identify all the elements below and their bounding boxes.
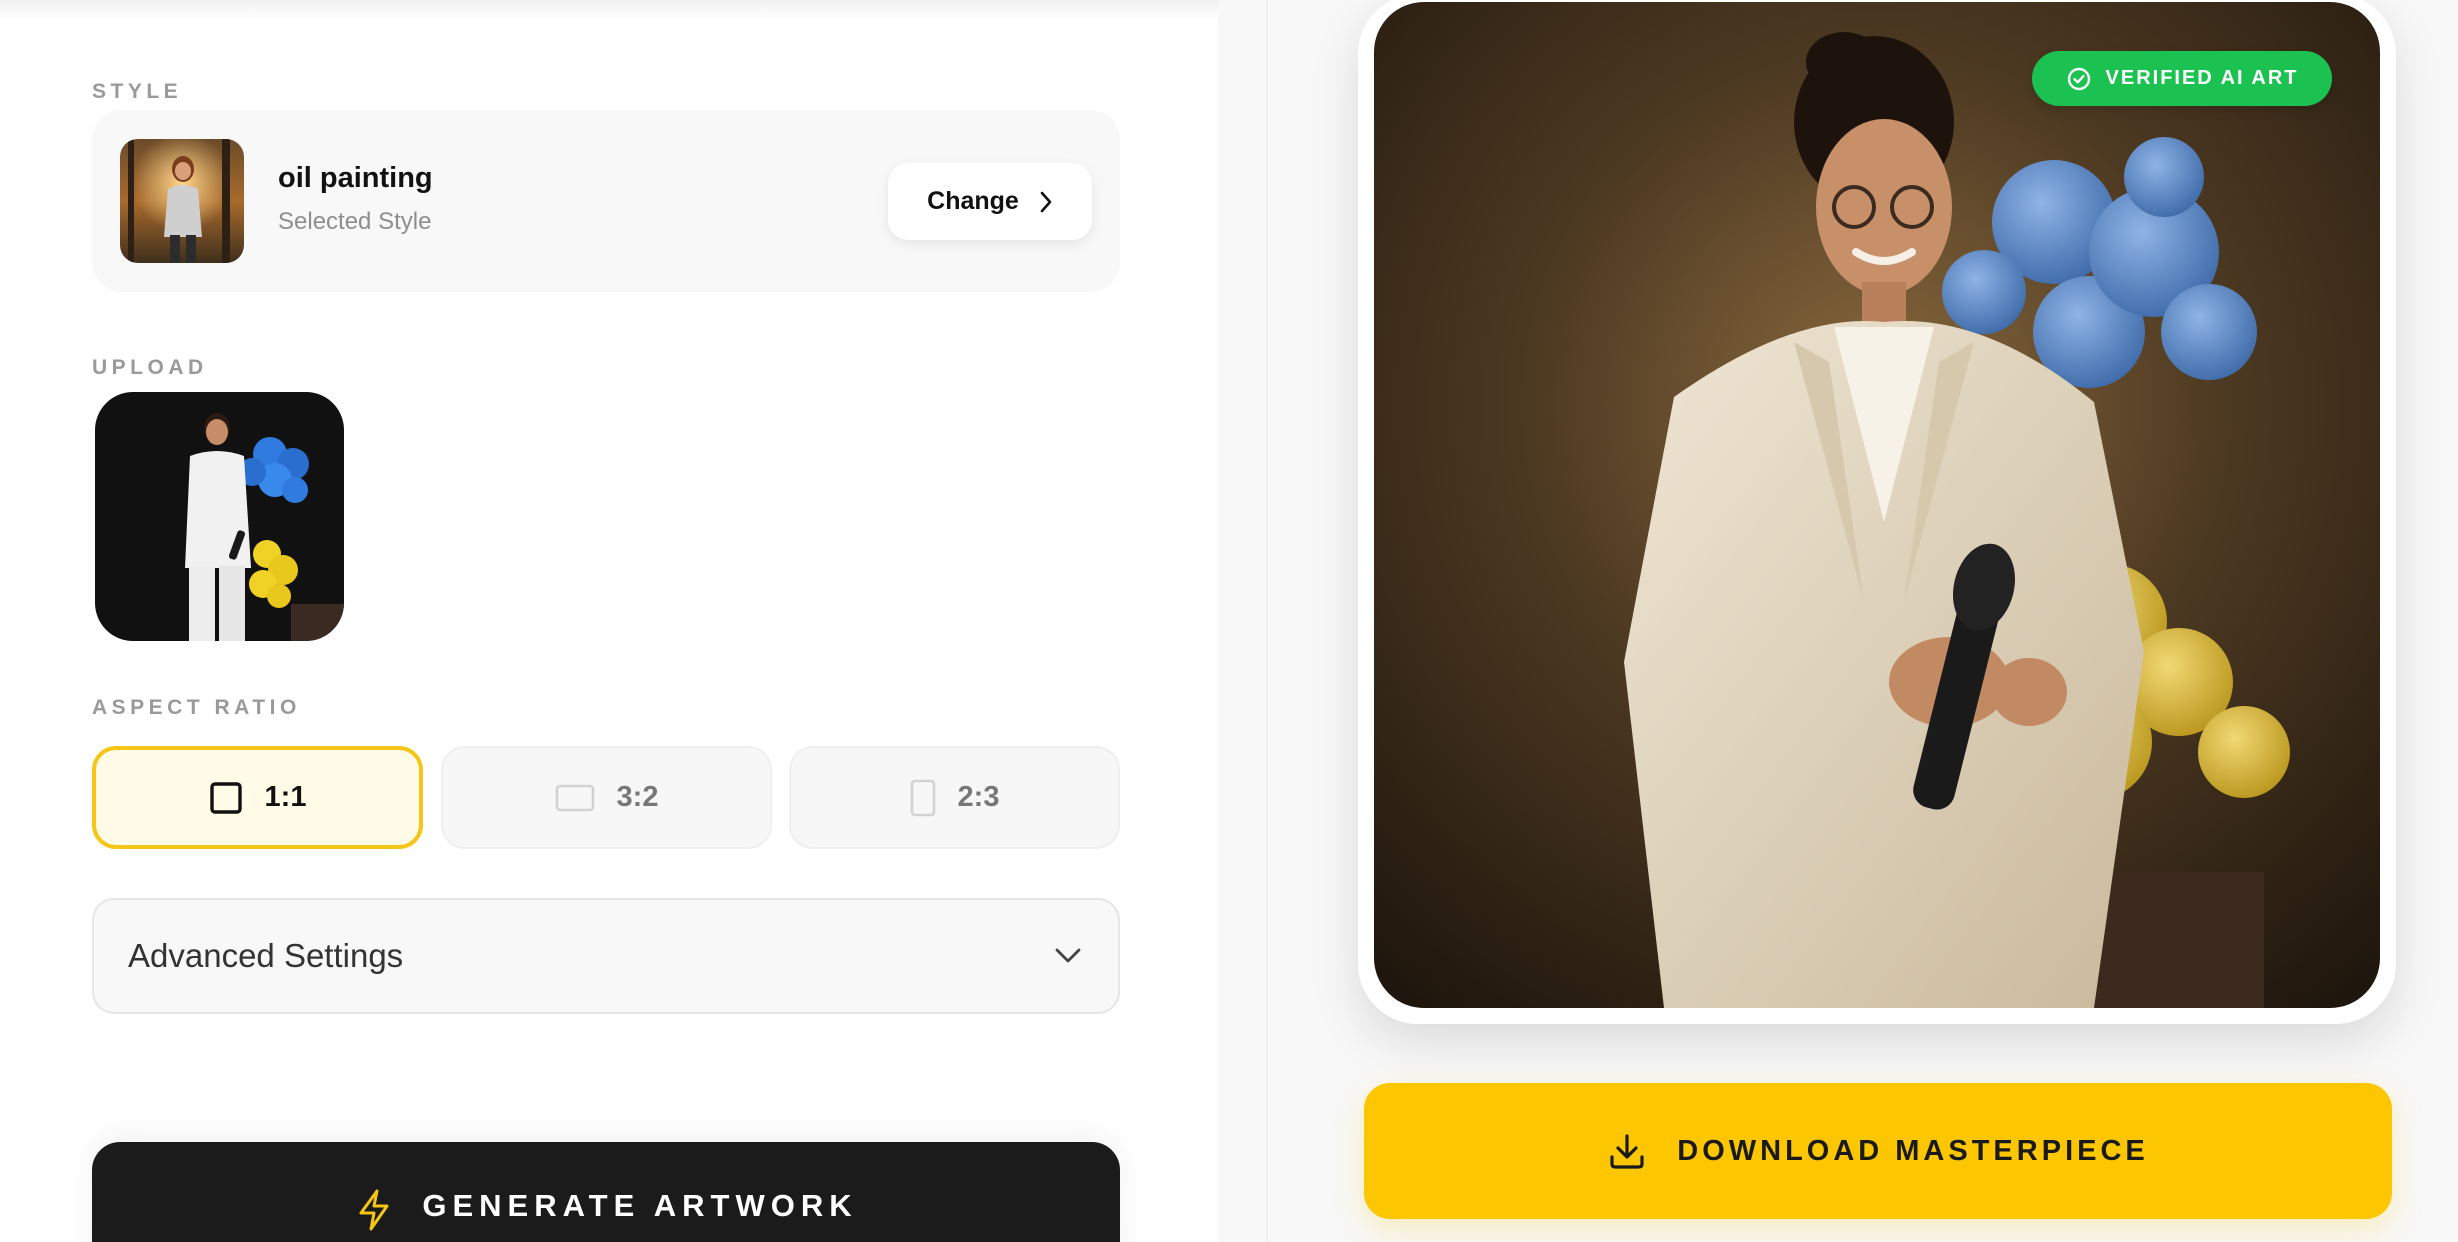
chevron-down-icon: [1055, 948, 1081, 963]
advanced-settings-label: Advanced Settings: [128, 937, 404, 974]
change-style-label: Change: [927, 187, 1019, 215]
check-circle-icon: [2067, 67, 2090, 90]
aspect-ratio-label: 3:2: [616, 781, 659, 813]
generate-artwork-label: GENERATE ARTWORK: [422, 1188, 858, 1223]
lightning-icon: [359, 1189, 389, 1231]
top-shadow: [0, 0, 1218, 20]
aspect-ratio-1-1[interactable]: 1:1: [92, 746, 423, 849]
style-name: oil painting: [278, 162, 433, 194]
aspect-ratio-3-2[interactable]: 3:2: [441, 746, 772, 849]
portrait-rect-icon: [910, 779, 935, 816]
verified-ai-art-badge: VERIFIED AI ART: [2032, 51, 2332, 106]
advanced-settings-toggle[interactable]: Advanced Settings: [92, 898, 1120, 1014]
generate-artwork-button[interactable]: GENERATE ARTWORK: [92, 1142, 1120, 1242]
change-style-button[interactable]: Change: [888, 163, 1092, 240]
settings-panel: STYLE oil painting Selected Style Change…: [0, 0, 1218, 1242]
style-thumbnail: [120, 139, 244, 263]
uploaded-photo-thumbnail[interactable]: [95, 392, 344, 641]
square-icon: [209, 781, 242, 814]
upload-section-label: UPLOAD: [92, 356, 208, 379]
download-masterpiece-label: DOWNLOAD MASTERPIECE: [1677, 1134, 2149, 1167]
style-subtitle: Selected Style: [278, 208, 432, 235]
download-masterpiece-button[interactable]: DOWNLOAD MASTERPIECE: [1364, 1083, 2392, 1219]
aspect-ratio-label: 2:3: [957, 781, 1000, 813]
aspect-ratio-2-3[interactable]: 2:3: [789, 746, 1120, 849]
verified-badge-label: VERIFIED AI ART: [2105, 67, 2299, 89]
artwork-frame: [1358, 0, 2396, 1024]
style-card: oil painting Selected Style Change: [92, 110, 1120, 292]
chevron-right-icon: [1040, 191, 1052, 212]
landscape-rect-icon: [555, 784, 594, 811]
style-section-label: STYLE: [92, 80, 183, 103]
aspect-ratio-section-label: ASPECT RATIO: [92, 696, 301, 719]
download-icon: [1610, 1134, 1644, 1169]
page: STYLE oil painting Selected Style Change…: [0, 0, 2458, 1242]
aspect-ratio-label: 1:1: [264, 781, 307, 813]
generated-artwork-image: [1374, 2, 2380, 1008]
panel-divider: [1266, 0, 1268, 1242]
